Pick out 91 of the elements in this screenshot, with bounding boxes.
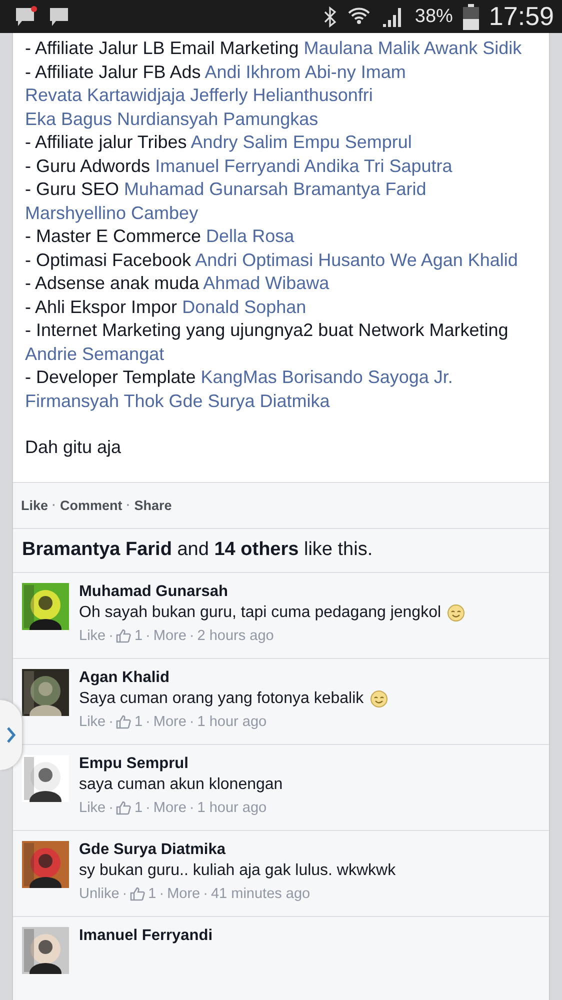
like-count: 1 [148,886,156,902]
commenter-name[interactable]: Agan Khalid [79,668,388,686]
separator-dot: · [203,886,208,902]
like-count: 1 [134,800,143,816]
post-line: - Optimasi Facebook Andri Optimasi Husanto We Agan Khalid [25,248,519,272]
like-link[interactable]: Like [79,800,106,816]
tagged-name-link[interactable]: Revata Kartawidjaja [25,85,186,105]
comment-text: sy bukan guru.. kuliah aja gak lulus. wkwkwk [79,862,396,880]
tagged-name-link[interactable]: Andika Tri Saputra [304,156,452,176]
separator-dot: · [189,714,194,730]
post-line: - Master E Commerce Della Rosa [25,225,296,248]
tagged-name-link[interactable]: Andry Salim [190,132,288,152]
likes-summary: Bramantya Farid and 14 others like this. [13,528,549,572]
smile-icon [370,690,388,708]
tagged-name-link[interactable]: Muhamad Gunarsah [124,179,288,199]
more-link[interactable]: More [153,628,186,644]
thumbs-up-icon [116,714,132,728]
tagged-name-link[interactable]: Bramantya Farid [293,179,426,199]
post-line: - Internet Marketing yang ujungnya2 buat Network Marketing Andrie Semangat [25,319,510,366]
post-action-link[interactable]: Like [21,498,48,512]
comment-time: 41 minutes ago [210,886,310,902]
separator-dot: · [126,498,130,512]
post-text: Dah gitu aja [25,436,122,459]
bluetooth-icon [322,6,337,28]
comment-text: saya cuman akun klonengan [79,776,283,794]
tagged-name-link[interactable]: Donald Sophan [182,296,306,316]
separator-dot: · [146,628,150,644]
post-line: - Developer Template KangMas Borisando Sayoga Jr. Firmansyah Thok Gde Surya Diatmika [25,366,454,413]
separator-dot: · [159,886,164,902]
more-link[interactable]: More [167,886,200,902]
like-link[interactable]: Like [79,628,106,644]
tagged-name-link[interactable]: Andi Ikhrom [204,62,301,82]
tagged-name-link[interactable]: Firmansyah Thok [25,390,164,410]
commenter-name[interactable]: Empu Semprul [79,754,283,772]
tagged-name-link[interactable]: Maulana Malik [304,38,420,58]
post-line: - Affiliate Jalur LB Email Marketing Maulana Malik Awank Sidik [25,37,523,60]
post-action-link[interactable]: Comment [60,498,122,512]
separator-dot: · [108,628,114,644]
post-action-link[interactable]: Share [134,498,172,512]
tagged-name-link[interactable]: Eka Bagus Nurdiansyah Pamungkas [25,108,318,128]
more-link[interactable]: More [153,800,186,816]
tagged-name-link[interactable]: Agan Khalid [420,250,518,270]
smile-icon [447,604,466,622]
comment-time: 2 hours ago [197,628,274,644]
comment-time: 1 hour ago [197,800,267,816]
like-count: 1 [134,628,143,644]
tagged-name-link[interactable]: Della Rosa [206,226,294,246]
post-line: - Guru Adwords Imanuel Ferryandi Andika Tri Saputra [25,154,454,178]
like-link[interactable]: Like [79,714,106,730]
separator-dot: · [108,714,114,730]
tagged-name-link[interactable]: Marshyellino Cambey [25,202,198,222]
commenter-name[interactable]: Gde Surya Diatmika [79,840,396,858]
separator-dot: · [122,886,128,902]
post-line: - Guru SEO Muhamad Gunarsah Bramantya Farid Marshyellino Cambey [25,178,428,225]
comment-text: Saya cuman orang yang fotonya kebalik [79,690,388,708]
chevron-right-icon [6,726,16,744]
like-count: 1 [134,714,143,730]
separator-dot: · [52,498,56,512]
comment-text: Oh sayah bukan guru, tapi cuma pedagang jengkol [79,604,466,622]
chat-icon [48,6,70,28]
more-link[interactable]: More [153,714,186,730]
separator-dot: · [189,628,194,644]
tagged-name-link[interactable]: Awank Sidik [424,38,522,58]
tagged-name-link[interactable]: Abi-ny Imam [304,62,406,82]
tagged-name-link[interactable]: Andrie Semangat [25,344,164,364]
tagged-name-link[interactable]: Gde Surya Diatmika [168,390,330,410]
separator-dot: · [146,714,150,730]
post-line: - Ahli Ekspor Impor Donald Sophan [25,296,308,319]
thumbs-up-icon [116,628,132,642]
clock: 17:59 [488,1,554,32]
tagged-name-link[interactable]: Ahmad Wibawa [203,273,330,293]
tagged-name-link[interactable]: Andri Optimasi Husanto We [195,250,417,270]
commenter-name[interactable]: Imanuel Ferryandi [79,926,213,944]
tagged-name-link[interactable]: Empu Semprul [292,132,412,152]
thumbs-up-icon [130,886,146,900]
chat-notification-icon [14,6,38,28]
battery-icon [462,4,479,30]
separator-dot: · [189,800,194,816]
tagged-name-link[interactable]: Jefferly Helianthusonfri [190,85,373,105]
post-line: - Affiliate Jalur FB Ads Andi Ikhrom Abi-ny Imam Revata Kartawidjaja Jefferly Helianthusonfri Eka Bagus Nurdiansyah Pamungkas [25,60,407,131]
separator-dot: · [108,800,114,816]
like-link[interactable]: Unlike [79,886,120,902]
tagged-name-link[interactable]: KangMas Borisando Sayoga Jr. [200,367,453,387]
separator-dot: · [146,800,150,816]
thumbs-up-icon [116,800,132,814]
comment-time: 1 hour ago [197,714,267,730]
commenter-name[interactable]: Muhamad Gunarsah [79,582,466,600]
post-line: - Affiliate jalur Tribes Andry Salim Empu Semprul [25,131,413,154]
tagged-name-link[interactable]: Imanuel Ferryandi [155,156,300,176]
battery-percentage: 38% [414,6,453,28]
post-line: - Adsense anak muda Ahmad Wibawa [25,272,330,295]
